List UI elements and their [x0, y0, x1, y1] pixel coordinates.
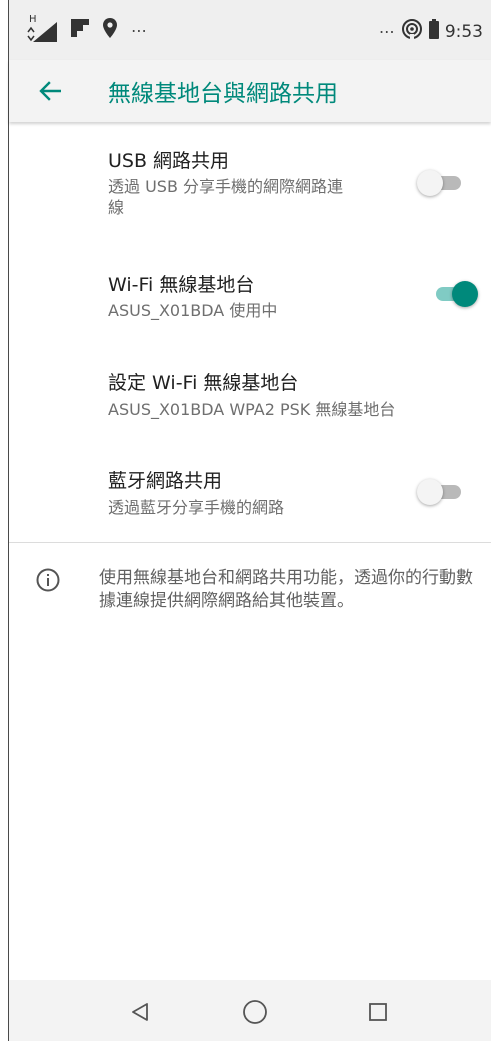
circle-home-icon — [243, 1000, 267, 1024]
network-type-label: H — [29, 13, 37, 25]
setting-title: 藍牙網路共用 — [108, 470, 223, 492]
toggle-thumb — [417, 170, 443, 196]
setting-subtitle: ASUS_X01BDA 使用中 — [108, 301, 278, 320]
toggle-thumb — [417, 479, 443, 505]
status-bar: H ⋯ ⋯ 9:53 — [9, 0, 491, 60]
usb-tethering-toggle[interactable] — [417, 168, 463, 198]
setting-subtitle: 透過 USB 分享手機的網際網路連 線 — [108, 177, 344, 217]
bluetooth-tethering-toggle[interactable] — [417, 477, 463, 507]
location-icon — [103, 18, 117, 43]
wifi-hotspot-toggle[interactable] — [432, 279, 478, 309]
more-icon: ⋯ — [131, 21, 147, 40]
more-icon: ⋯ — [378, 22, 395, 41]
info-description: 使用無線基地台和網路共用功能，透過你的行動數據連線提供網際網路給其他裝置。 — [99, 568, 473, 611]
setting-configure-hotspot[interactable]: 設定 Wi-Fi 無線基地台 ASUS_X01BDA WPA2 PSK 無線基地… — [9, 354, 491, 444]
signal-icon: H — [27, 14, 57, 42]
setting-title: 設定 Wi-Fi 無線基地台 — [108, 372, 299, 394]
page-title: 無線基地台與網路共用 — [108, 81, 338, 107]
back-arrow-icon — [39, 81, 61, 101]
toggle-thumb — [452, 281, 478, 307]
setting-title: Wi-Fi 無線基地台 — [108, 274, 255, 296]
divider — [9, 542, 491, 543]
square-recents-icon — [369, 1003, 387, 1021]
battery-icon — [428, 19, 439, 44]
app-bar: 無線基地台與網路共用 — [9, 60, 491, 122]
setting-subtitle: ASUS_X01BDA WPA2 PSK 無線基地台 — [108, 400, 396, 419]
flipboard-icon — [71, 19, 89, 42]
clock: 9:53 — [444, 21, 483, 42]
navigation-bar — [9, 980, 491, 1041]
setting-wifi-hotspot[interactable]: Wi-Fi 無線基地台 ASUS_X01BDA 使用中 — [9, 254, 491, 344]
setting-subtitle: 透過藍牙分享手機的網路 — [108, 498, 285, 517]
nav-home-button[interactable] — [237, 994, 273, 1030]
setting-title: USB 網路共用 — [108, 150, 230, 172]
setting-bluetooth-tethering[interactable]: 藍牙網路共用 透過藍牙分享手機的網路 — [9, 452, 491, 538]
nav-back-button[interactable] — [122, 994, 158, 1030]
info-icon — [36, 568, 60, 592]
hotspot-icon — [401, 18, 423, 45]
nav-recents-button[interactable] — [360, 994, 396, 1030]
setting-usb-tethering[interactable]: USB 網路共用 透過 USB 分享手機的網際網路連 線 — [9, 130, 491, 242]
triangle-back-icon — [132, 1003, 148, 1021]
back-button[interactable] — [31, 72, 69, 110]
